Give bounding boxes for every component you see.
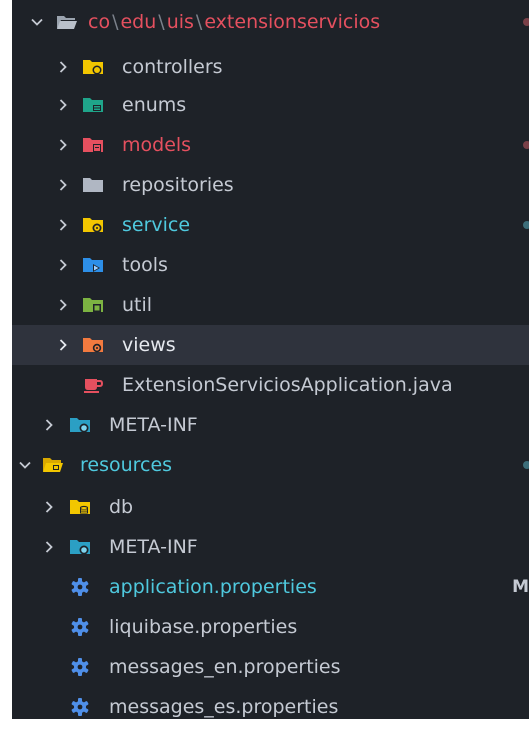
folder-tools-icon: [82, 256, 104, 274]
chevron-right-icon[interactable]: [56, 218, 70, 232]
file-explorer-panel: co \ edu \ uis \ extensionservicios controller…: [12, 0, 529, 719]
package-path: co \ edu \ uis \ extensionservicios: [88, 2, 380, 42]
tree-label-util: util: [122, 294, 153, 316]
path-separator: \: [195, 11, 203, 33]
chevron-right-icon[interactable]: [42, 540, 56, 554]
tree-row-meta-inf[interactable]: META-INF: [12, 405, 529, 445]
folder-resources-open-icon: [42, 456, 64, 474]
tree-label-enums: enums: [122, 94, 187, 116]
chevron-right-icon[interactable]: [56, 258, 70, 272]
properties-gear-icon: [69, 698, 91, 716]
path-separator: \: [112, 11, 119, 33]
folder-meta-icon: [69, 538, 91, 556]
tree-row-meta-inf[interactable]: META-INF: [12, 527, 529, 567]
chevron-right-icon[interactable]: [56, 338, 70, 352]
folder-views-icon: [82, 336, 104, 354]
modified-dot: [523, 221, 529, 229]
tree-label-messages-en-properties: messages_en.properties: [109, 656, 341, 678]
chevron-right-icon[interactable]: [56, 178, 70, 192]
folder-open-icon: [56, 13, 78, 31]
tree-label-models: models: [122, 134, 192, 156]
package-segment-uis: uis: [166, 11, 194, 33]
folder-service-icon: [82, 216, 104, 234]
tree-row-db[interactable]: db: [12, 487, 529, 527]
tree-row-liquibase-properties[interactable]: liquibase.properties: [12, 607, 529, 647]
folder-db-icon: [69, 498, 91, 516]
tree-label-meta-inf: META-INF: [109, 414, 198, 436]
folder-controller-icon: [82, 58, 104, 76]
properties-gear-icon: [69, 658, 91, 676]
tree-label-tools: tools: [122, 254, 168, 276]
tree-row-views[interactable]: views: [12, 325, 529, 365]
tree-row-package-path[interactable]: co \ edu \ uis \ extensionservicios: [12, 2, 529, 42]
tree-row-models[interactable]: models: [12, 125, 529, 165]
package-segment-co: co: [88, 11, 111, 33]
chevron-right-icon[interactable]: [56, 298, 70, 312]
modified-dot: [523, 18, 529, 26]
tree-label-views: views: [122, 334, 176, 356]
tree-row-application-java[interactable]: ExtensionServiciosApplication.java: [12, 365, 529, 405]
tree-label-repositories: repositories: [122, 174, 234, 196]
tree-label-liquibase-properties: liquibase.properties: [109, 616, 298, 638]
chevron-down-icon[interactable]: [18, 458, 32, 472]
tree-row-service[interactable]: service: [12, 205, 529, 245]
folder-repository-icon: [82, 176, 104, 194]
folder-model-icon: [82, 136, 104, 154]
tree-row-controllers[interactable]: controllers: [12, 47, 529, 87]
properties-gear-icon: [69, 618, 91, 636]
chevron-right-icon[interactable]: [42, 500, 56, 514]
tree-row-tools[interactable]: tools: [12, 245, 529, 285]
tree-row-application-properties[interactable]: application.properties M: [12, 567, 529, 607]
package-segment-edu: edu: [120, 11, 157, 33]
tree-row-enums[interactable]: enums: [12, 85, 529, 125]
tree-label-db: db: [109, 496, 134, 518]
chevron-right-icon[interactable]: [56, 138, 70, 152]
folder-meta-icon: [69, 416, 91, 434]
tree-label-application-properties: application.properties: [109, 576, 317, 598]
tree-row-messages-en-properties[interactable]: messages_en.properties: [12, 647, 529, 687]
tree-row-resources[interactable]: resources: [12, 445, 529, 485]
modified-dot: [523, 461, 529, 469]
tree-label-messages-es-properties: messages_es.properties: [109, 696, 339, 718]
tree-label-application-java: ExtensionServiciosApplication.java: [122, 374, 453, 396]
properties-gear-icon: [69, 578, 91, 596]
tree-row-messages-es-properties[interactable]: messages_es.properties: [12, 687, 529, 719]
chevron-right-icon[interactable]: [56, 60, 70, 74]
tree-label-meta-inf: META-INF: [109, 536, 198, 558]
folder-enum-icon: [82, 96, 104, 114]
tree-label-service: service: [122, 214, 191, 236]
modified-status-badge: M: [512, 577, 529, 597]
tree-row-util[interactable]: util: [12, 285, 529, 325]
modified-dot: [523, 141, 529, 149]
path-separator: \: [158, 11, 165, 33]
java-coffee-icon: [82, 376, 104, 394]
chevron-right-icon[interactable]: [56, 98, 70, 112]
tree-label-resources: resources: [80, 454, 173, 476]
folder-util-icon: [82, 296, 104, 314]
package-segment-extensionservicios: extensionservicios: [204, 11, 381, 33]
chevron-right-icon[interactable]: [42, 418, 56, 432]
tree-row-repositories[interactable]: repositories: [12, 165, 529, 205]
chevron-down-icon[interactable]: [30, 15, 44, 29]
tree-label-controllers: controllers: [122, 56, 223, 78]
